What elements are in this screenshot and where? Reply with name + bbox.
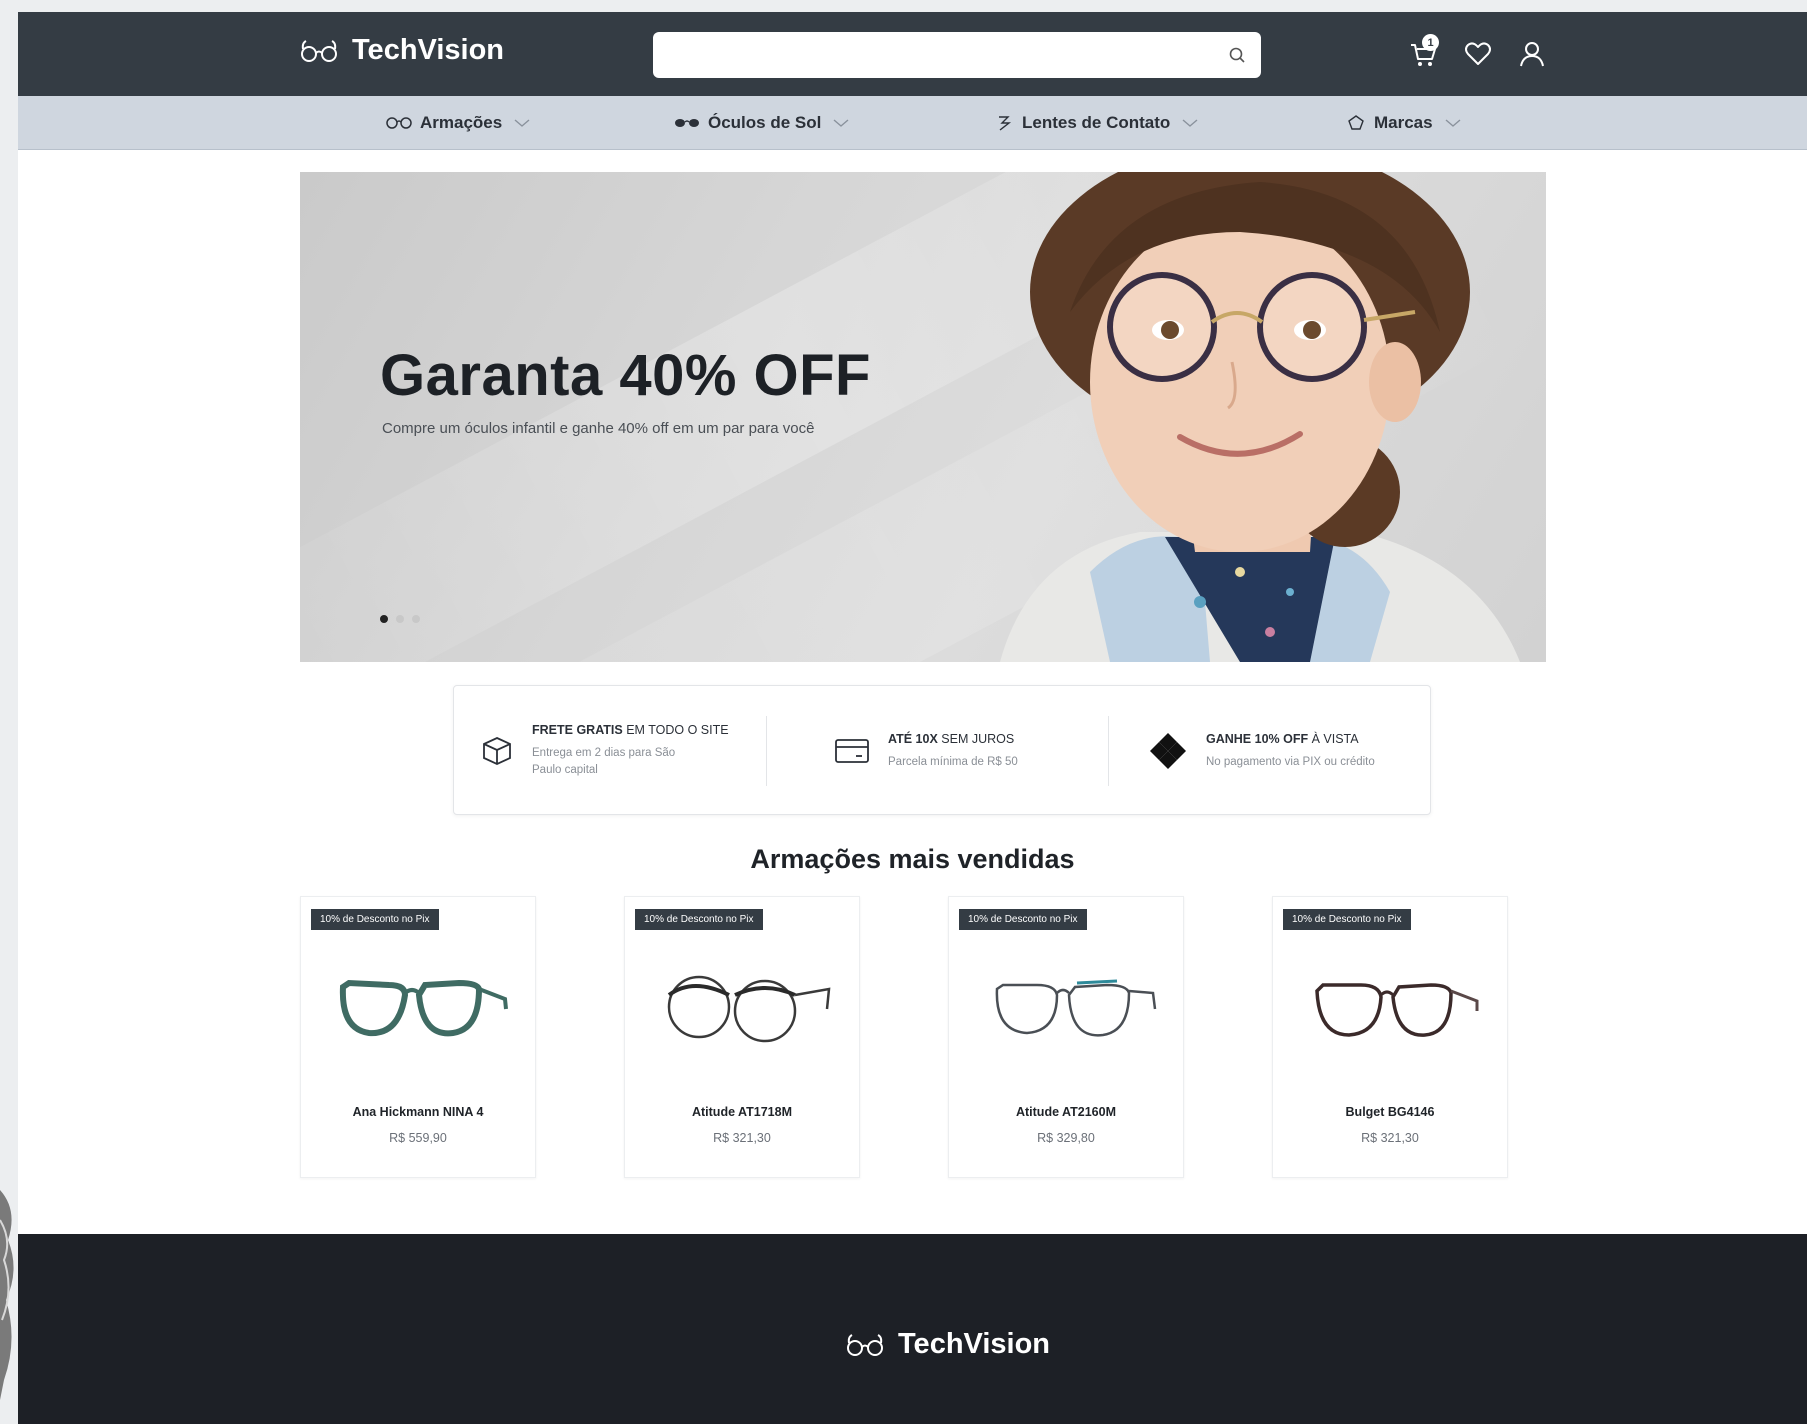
discount-badge: 10% de Desconto no Pix bbox=[311, 909, 439, 930]
box-icon bbox=[483, 737, 511, 765]
product-price: R$ 321,30 bbox=[1361, 1131, 1419, 1145]
product-card[interactable]: 10% de Desconto no Pix Bulget BG4146 R$ … bbox=[1272, 896, 1508, 1178]
benefit-title: GANHE 10% OFF À VISTA bbox=[1206, 731, 1359, 746]
banner-child-photo bbox=[1000, 172, 1520, 662]
chevron-down-icon bbox=[833, 119, 849, 127]
nav-label: Armações bbox=[420, 113, 503, 132]
chevron-down-icon bbox=[514, 119, 530, 127]
benefit-title: FRETE GRATIS EM TODO O SITE bbox=[532, 723, 729, 737]
benefit-title: ATÉ 10X SEM JUROS bbox=[888, 731, 1015, 746]
carousel-dot[interactable] bbox=[380, 615, 388, 623]
carousel-dot[interactable] bbox=[412, 615, 420, 623]
glasses-logo-icon bbox=[301, 39, 337, 62]
product-name: Bulget BG4146 bbox=[1345, 1105, 1435, 1119]
tag-icon bbox=[1348, 115, 1364, 130]
search-bar bbox=[653, 32, 1261, 78]
product-name: Atitude AT1718M bbox=[691, 1105, 792, 1119]
account-button[interactable] bbox=[1516, 38, 1548, 70]
page: TechVision 1 Armações Óculos de Sol Lent… bbox=[18, 12, 1807, 1424]
nav-item-oculos-de-sol[interactable]: Óculos de Sol bbox=[674, 96, 849, 150]
decorative-side-art bbox=[0, 1190, 14, 1400]
discount-badge: 10% de Desconto no Pix bbox=[959, 909, 1087, 930]
product-price: R$ 329,80 bbox=[1037, 1131, 1095, 1145]
search-input[interactable] bbox=[653, 32, 1261, 78]
section-title: Armações mais vendidas bbox=[750, 844, 1075, 874]
nav-item-armacoes[interactable]: Armações bbox=[386, 96, 530, 150]
sunglasses-icon bbox=[675, 119, 699, 127]
product-card[interactable]: 10% de Desconto no Pix Atitude AT2160M R… bbox=[948, 896, 1184, 1178]
nav-item-lentes-de-contato[interactable]: Lentes de Contato bbox=[994, 96, 1198, 150]
benefit-free-shipping: FRETE GRATIS EM TODO O SITE Entrega em 2… bbox=[480, 686, 729, 816]
benefit-installments: ATÉ 10X SEM JUROS Parcela mínima de R$ 5… bbox=[834, 686, 1018, 816]
product-image bbox=[1315, 983, 1479, 1037]
search-icon[interactable] bbox=[1227, 45, 1247, 65]
glasses-outline-icon bbox=[386, 117, 412, 129]
chevron-down-icon bbox=[1445, 119, 1461, 127]
benefit-pix-discount: GANHE 10% OFF À VISTA No pagamento via P… bbox=[1148, 686, 1375, 816]
header-actions: 1 bbox=[1408, 34, 1548, 70]
benefit-description: Parcela mínima de R$ 50 bbox=[888, 755, 1018, 768]
product-name: Atitude AT2160M bbox=[1015, 1105, 1116, 1119]
benefit-divider bbox=[766, 716, 767, 786]
category-nav: Armações Óculos de Sol Lentes de Contato… bbox=[18, 96, 1807, 150]
footer-logo[interactable]: TechVision bbox=[846, 1328, 1050, 1361]
carousel-dot[interactable] bbox=[396, 615, 404, 623]
contact-lens-icon bbox=[999, 116, 1012, 131]
nav-label: Lentes de Contato bbox=[1022, 113, 1171, 132]
top-header: TechVision 1 bbox=[18, 12, 1807, 96]
benefit-description: No pagamento via PIX ou crédito bbox=[1206, 755, 1375, 768]
cart-count-badge: 1 bbox=[1422, 34, 1439, 51]
product-card[interactable]: 10% de Desconto no Pix Atitude AT1718M R… bbox=[624, 896, 860, 1178]
glasses-logo-icon bbox=[847, 1333, 883, 1356]
heart-icon bbox=[1465, 42, 1491, 65]
benefits-strip: FRETE GRATIS EM TODO O SITE Entrega em 2… bbox=[453, 685, 1431, 815]
product-image bbox=[667, 975, 831, 1043]
chevron-down-icon bbox=[1182, 119, 1198, 127]
card-icon bbox=[835, 739, 869, 763]
benefit-description: Entrega em 2 dias para São Paulo capital bbox=[532, 747, 676, 776]
carousel-dots bbox=[380, 615, 420, 623]
discount-badge: 10% de Desconto no Pix bbox=[635, 909, 763, 930]
discount-badge: 10% de Desconto no Pix bbox=[1283, 909, 1411, 930]
user-icon bbox=[1520, 42, 1544, 67]
benefit-divider bbox=[1108, 716, 1109, 786]
footer-brand-name: TechVision bbox=[898, 1328, 1051, 1360]
nav-label: Marcas bbox=[1374, 113, 1433, 132]
site-footer: TechVision bbox=[18, 1234, 1807, 1424]
product-card[interactable]: 10% de Desconto no Pix Ana Hickmann NINA… bbox=[300, 896, 536, 1178]
product-image bbox=[339, 979, 508, 1037]
brand-logo[interactable]: TechVision bbox=[300, 34, 504, 67]
product-price: R$ 321,30 bbox=[713, 1131, 771, 1145]
banner-subtitle: Compre um óculos infantil e ganhe 40% of… bbox=[382, 420, 815, 437]
product-price: R$ 559,90 bbox=[389, 1131, 447, 1145]
nav-label: Óculos de Sol bbox=[708, 113, 822, 132]
cart-button[interactable]: 1 bbox=[1408, 34, 1440, 70]
banner-title: Garanta 40% OFF bbox=[380, 343, 871, 408]
wishlist-button[interactable] bbox=[1462, 38, 1494, 70]
product-name: Ana Hickmann NINA 4 bbox=[352, 1105, 484, 1119]
pix-icon bbox=[1150, 733, 1186, 769]
nav-item-marcas[interactable]: Marcas bbox=[1346, 96, 1461, 150]
product-image bbox=[995, 979, 1157, 1037]
hero-banner[interactable]: Garanta 40% OFF Compre um óculos infanti… bbox=[300, 172, 1546, 662]
brand-name: TechVision bbox=[352, 34, 505, 66]
